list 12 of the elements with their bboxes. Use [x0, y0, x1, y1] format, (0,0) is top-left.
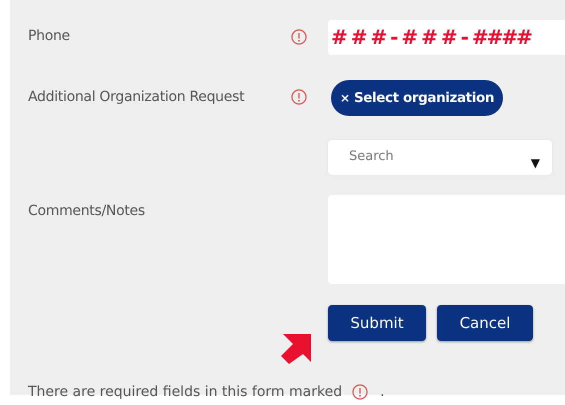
search-dropdown[interactable]: Search ▼ — [328, 140, 552, 175]
organization-tag[interactable]: × Select organization — [331, 80, 504, 116]
submit-button[interactable]: Submit — [328, 305, 426, 341]
phone-field[interactable]: # # # - # # # - #### — [328, 20, 565, 55]
period-text: . — [380, 384, 385, 400]
field-label: Additional Organization Request — [28, 89, 244, 105]
required-icon — [352, 384, 368, 400]
arrow-icon — [279, 334, 311, 364]
field-label: Comments/Notes — [28, 203, 145, 219]
required-note: There are required fields in this form marked — [28, 384, 342, 400]
field-label: Phone — [28, 28, 70, 44]
cancel-button[interactable]: Cancel — [437, 305, 533, 341]
